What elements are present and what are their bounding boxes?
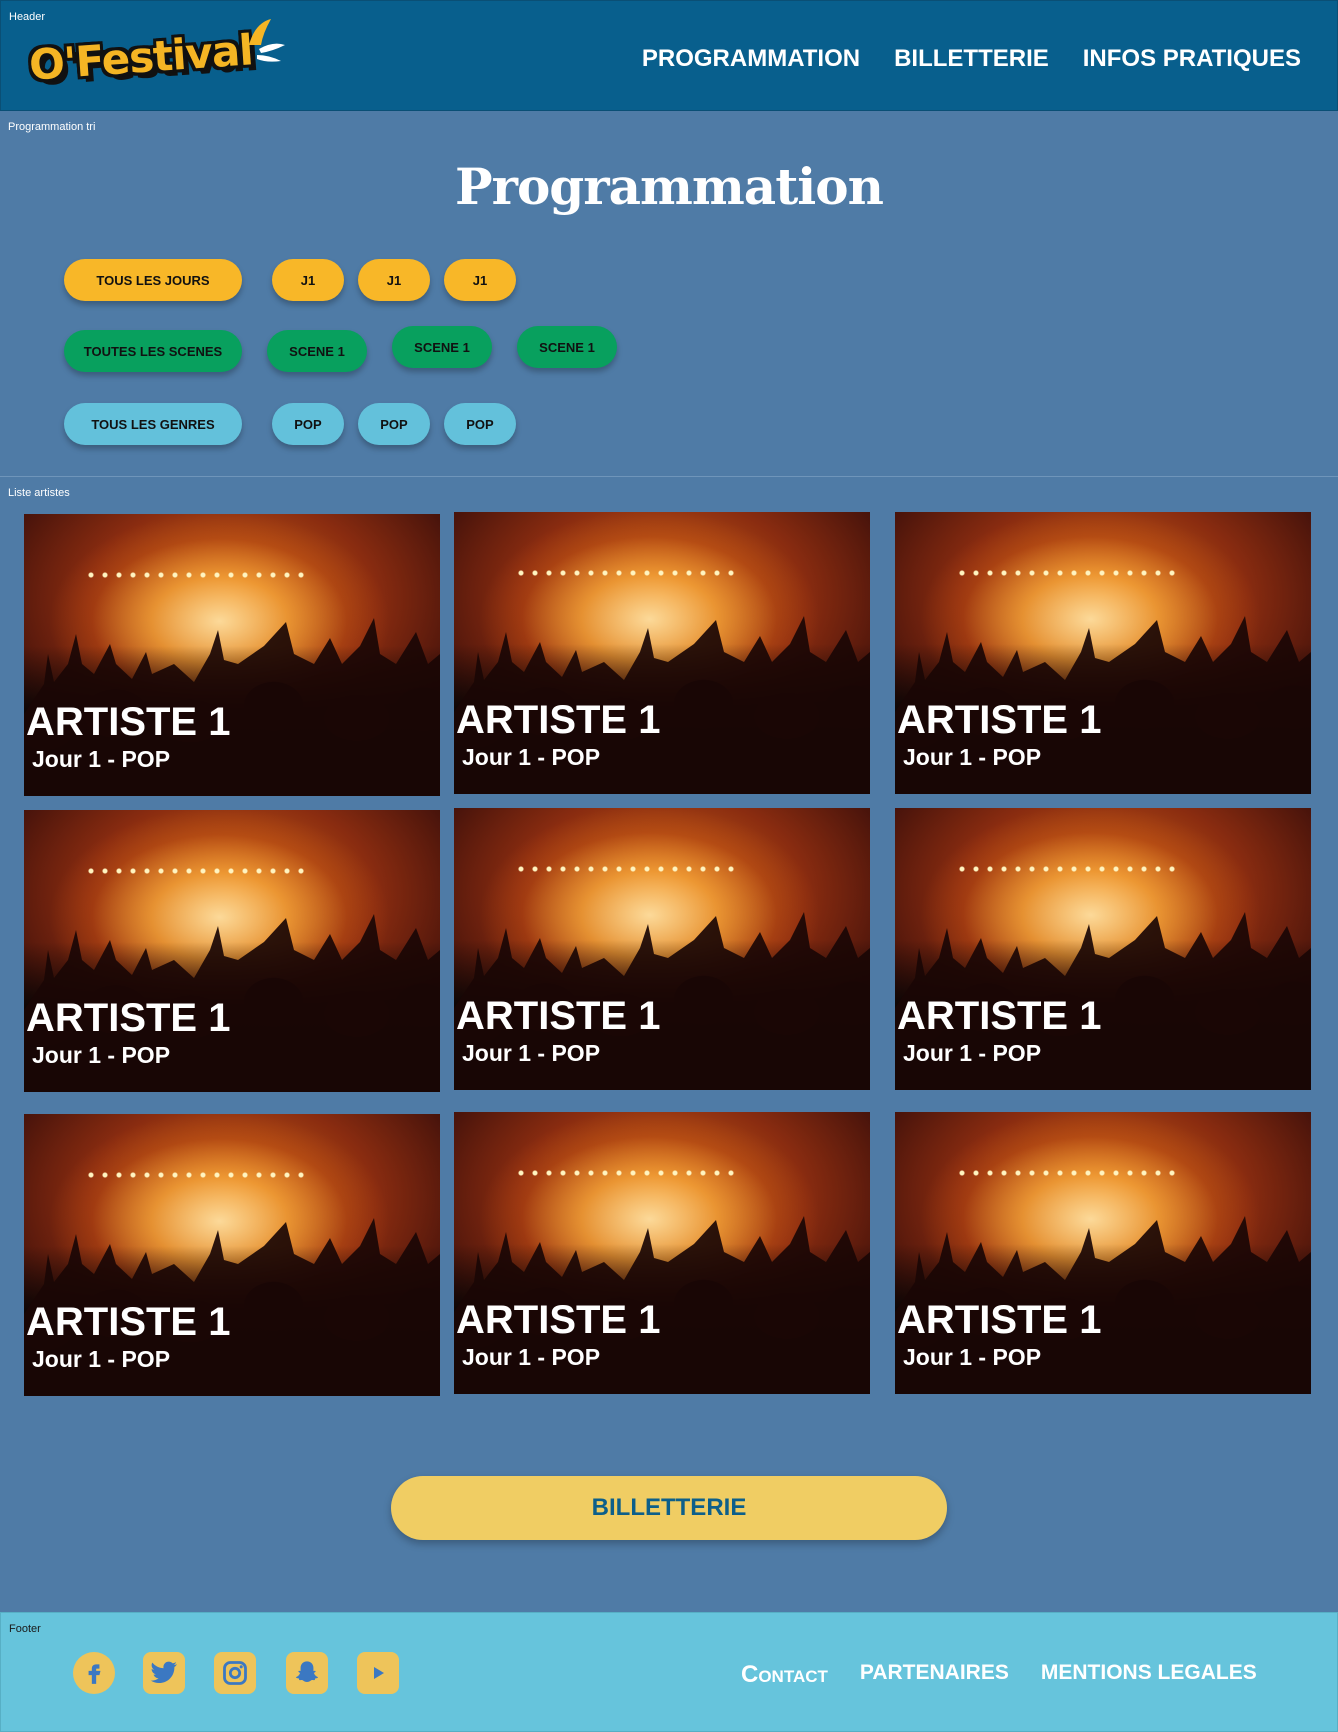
artist-day-genre: Jour 1 - POP <box>32 1346 171 1372</box>
artist-day-genre: Jour 1 - POP <box>462 1344 601 1370</box>
footer-link-mentions-legales[interactable]: MENTIONS LEGALES <box>1041 1661 1257 1689</box>
artist-day-genre: Jour 1 - POP <box>903 1040 1042 1066</box>
artist-card[interactable]: ARTISTE 1 Jour 1 - POP <box>24 810 440 1092</box>
artist-card[interactable]: ARTISTE 1 Jour 1 - POP <box>895 808 1311 1090</box>
filter-day-option[interactable]: J1 <box>272 259 344 301</box>
filter-genre-option[interactable]: POP <box>444 403 516 445</box>
footer-links: Contact PARTENAIRES MENTIONS LEGALES <box>741 1661 1257 1689</box>
snapchat-icon[interactable] <box>286 1652 328 1694</box>
nav-infos-pratiques[interactable]: INFOS PRATIQUES <box>1083 45 1301 73</box>
filter-day-option[interactable]: J1 <box>444 259 516 301</box>
site-footer: Footer Contact PARTENAIRES MENTIONS LEGA… <box>0 1612 1338 1732</box>
footer-link-partenaires[interactable]: PARTENAIRES <box>860 1661 1009 1689</box>
artist-name: ARTISTE 1 <box>456 1298 661 1342</box>
artist-day-genre: Jour 1 - POP <box>32 746 171 772</box>
artist-card[interactable]: ARTISTE 1 Jour 1 - POP <box>454 1112 870 1394</box>
instagram-icon[interactable] <box>214 1652 256 1694</box>
artist-name: ARTISTE 1 <box>897 698 1102 742</box>
nav-billetterie[interactable]: BILLETTERIE <box>894 45 1049 73</box>
artist-card[interactable]: ARTISTE 1 Jour 1 - POP <box>24 514 440 796</box>
artist-name: ARTISTE 1 <box>897 1298 1102 1342</box>
artist-day-genre: Jour 1 - POP <box>462 744 601 770</box>
filter-scene-all[interactable]: TOUTES LES SCENES <box>64 330 242 372</box>
logo-text: O'Festival <box>27 25 255 90</box>
facebook-icon[interactable] <box>73 1652 115 1694</box>
artist-name: ARTISTE 1 <box>26 700 231 744</box>
artist-name: ARTISTE 1 <box>26 1300 231 1344</box>
filter-scene-option[interactable]: SCENE 1 <box>517 326 617 368</box>
filter-scene-option[interactable]: SCENE 1 <box>392 326 492 368</box>
page-title: Programmation <box>455 157 884 216</box>
artist-card[interactable]: ARTISTE 1 Jour 1 - POP <box>895 512 1311 794</box>
twitter-icon[interactable] <box>143 1652 185 1694</box>
festival-logo[interactable]: O'Festival <box>25 15 287 90</box>
artist-card[interactable]: ARTISTE 1 Jour 1 - POP <box>454 808 870 1090</box>
frame-label-artists: Liste artistes <box>8 487 70 499</box>
youtube-icon[interactable] <box>357 1652 399 1694</box>
artist-name: ARTISTE 1 <box>897 994 1102 1038</box>
artist-day-genre: Jour 1 - POP <box>903 744 1042 770</box>
frame-label-filters: Programmation tri <box>8 121 96 133</box>
artist-card[interactable]: ARTISTE 1 Jour 1 - POP <box>454 512 870 794</box>
artist-list: Liste artistes ARTISTE 1 Jour 1 - POP ARTI… <box>0 477 1338 1612</box>
site-header: Header O'Festival PROGRAMMATION BILLETTE… <box>0 0 1338 111</box>
artist-name: ARTISTE 1 <box>456 994 661 1038</box>
filter-genre-option[interactable]: POP <box>358 403 430 445</box>
artist-day-genre: Jour 1 - POP <box>462 1040 601 1066</box>
logo-splash-icon <box>249 19 285 62</box>
filter-day-option[interactable]: J1 <box>358 259 430 301</box>
filter-genre-option[interactable]: POP <box>272 403 344 445</box>
artist-day-genre: Jour 1 - POP <box>903 1344 1042 1370</box>
artist-card[interactable]: ARTISTE 1 Jour 1 - POP <box>24 1114 440 1396</box>
programmation-filters: Programmation tri Programmation TOUS LES… <box>0 111 1338 477</box>
artist-day-genre: Jour 1 - POP <box>32 1042 171 1068</box>
nav-programmation[interactable]: PROGRAMMATION <box>642 45 860 73</box>
footer-link-contact[interactable]: Contact <box>741 1661 828 1689</box>
frame-label-footer: Footer <box>9 1623 41 1635</box>
billetterie-button[interactable]: BILLETTERIE <box>391 1476 947 1540</box>
artist-card[interactable]: ARTISTE 1 Jour 1 - POP <box>895 1112 1311 1394</box>
filter-genre-all[interactable]: TOUS LES GENRES <box>64 403 242 445</box>
filter-scene-option[interactable]: SCENE 1 <box>267 330 367 372</box>
filter-day-all[interactable]: TOUS LES JOURS <box>64 259 242 301</box>
artist-name: ARTISTE 1 <box>26 996 231 1040</box>
main-nav: PROGRAMMATION BILLETTERIE INFOS PRATIQUE… <box>642 45 1301 73</box>
artist-name: ARTISTE 1 <box>456 698 661 742</box>
